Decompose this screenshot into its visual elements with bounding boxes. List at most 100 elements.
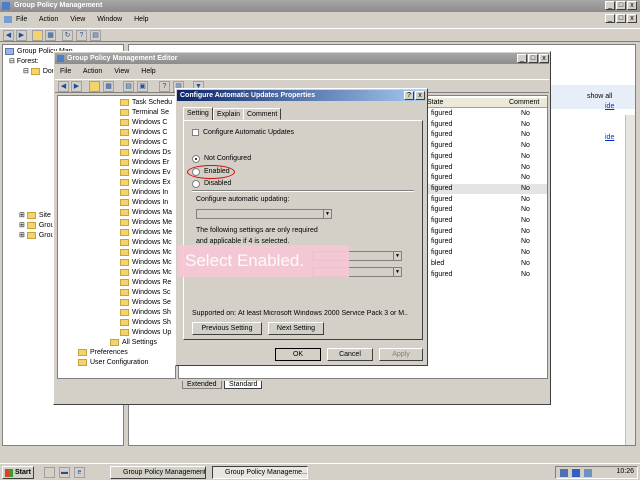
quicklaunch-explorer-icon[interactable] bbox=[44, 467, 55, 478]
gpm-inner-restore[interactable]: □ bbox=[616, 14, 626, 23]
tab-comment[interactable]: Comment bbox=[243, 108, 282, 120]
gpme-menu-help[interactable]: Help bbox=[141, 68, 155, 75]
gpme-list-icon[interactable]: ▤ bbox=[123, 81, 134, 92]
gpme-tree-item[interactable]: Windows C bbox=[120, 128, 167, 138]
menu-view[interactable]: View bbox=[70, 16, 85, 23]
radio-disabled[interactable] bbox=[192, 180, 200, 188]
tab-setting[interactable]: Setting bbox=[183, 107, 213, 121]
apply-button[interactable]: Apply bbox=[379, 348, 423, 361]
gpme-tree-item[interactable]: Windows Re bbox=[120, 278, 171, 288]
gpme-menu-action[interactable]: Action bbox=[83, 68, 102, 75]
menu-window[interactable]: Window bbox=[97, 16, 122, 23]
dialog-title: Configure Automatic Updates Properties bbox=[180, 92, 316, 99]
radio-not-configured[interactable] bbox=[192, 155, 200, 163]
gpme-tree-item[interactable]: Windows In bbox=[120, 188, 168, 198]
folder-icon bbox=[120, 248, 129, 256]
gpme-tree-item[interactable]: Windows Er bbox=[120, 158, 169, 168]
label-not-configured[interactable]: Not Configured bbox=[204, 155, 251, 162]
gpme-tree-item[interactable]: Windows Me bbox=[120, 228, 172, 238]
gpme-menu-view[interactable]: View bbox=[114, 68, 129, 75]
tray-icon-3[interactable] bbox=[584, 469, 592, 477]
gpme-tree-item[interactable]: Windows Mc bbox=[120, 248, 172, 258]
console-icon[interactable]: ▤ bbox=[90, 30, 101, 41]
task-gpm[interactable]: Group Policy Management bbox=[110, 466, 206, 479]
gpme-minimize-button[interactable]: _ bbox=[517, 54, 527, 63]
dialog-help-button[interactable]: ? bbox=[404, 91, 414, 100]
next-setting-button[interactable]: Next Setting bbox=[268, 322, 324, 335]
gpme-tree-item[interactable]: Windows Ex bbox=[120, 178, 171, 188]
tree-domains[interactable]: ⊟ Dor bbox=[23, 67, 54, 77]
gpme-tree-item[interactable]: Windows Me bbox=[120, 218, 172, 228]
gpme-tree-user-config[interactable]: User Configuration bbox=[78, 358, 148, 368]
gpme-help-icon[interactable]: ? bbox=[159, 81, 170, 92]
gpme-tree-preferences[interactable]: Preferences bbox=[78, 348, 128, 358]
gpm-minimize-button[interactable]: _ bbox=[605, 1, 615, 10]
gpme-menu-file[interactable]: File bbox=[60, 68, 71, 75]
up-folder-icon[interactable] bbox=[32, 30, 43, 41]
folder-icon bbox=[120, 278, 129, 286]
gpme-up-icon[interactable] bbox=[89, 81, 100, 92]
quicklaunch-ie-icon[interactable]: e bbox=[74, 467, 85, 478]
gpme-tree-item[interactable]: Windows Mc bbox=[120, 268, 172, 278]
gpm-vscroll[interactable] bbox=[625, 115, 635, 445]
gpm-maximize-button[interactable]: □ bbox=[616, 1, 626, 10]
tab-explain[interactable]: Explain bbox=[213, 108, 244, 120]
show-tree-icon[interactable]: ▦ bbox=[45, 30, 56, 41]
col-comment-header[interactable]: Comment bbox=[509, 99, 539, 106]
tree-forest[interactable]: ⊟ Forest: bbox=[9, 57, 39, 67]
gpme-tree-item[interactable]: Windows C bbox=[120, 138, 167, 148]
gpm-inner-minimize[interactable]: _ bbox=[605, 14, 615, 23]
tray-icon-1[interactable] bbox=[560, 469, 568, 477]
gpme-tree-item[interactable]: Windows Sc bbox=[120, 288, 171, 298]
refresh-icon[interactable]: ↻ bbox=[62, 30, 73, 41]
gpme-forward-icon[interactable]: ▶ bbox=[71, 81, 82, 92]
previous-setting-button[interactable]: Previous Setting bbox=[192, 322, 262, 335]
gpme-tree-item[interactable]: Windows Up bbox=[120, 328, 171, 338]
tab-extended[interactable]: Extended bbox=[182, 381, 222, 389]
menu-help[interactable]: Help bbox=[134, 16, 148, 23]
hide-link-1[interactable]: ide bbox=[605, 103, 614, 110]
tree-group-results[interactable]: ⊞ Grou bbox=[19, 231, 54, 241]
gpme-tree-item[interactable]: Windows Ev bbox=[120, 168, 171, 178]
gpme-tree-item[interactable]: Windows C bbox=[120, 118, 167, 128]
gpme-maximize-button[interactable]: □ bbox=[528, 54, 538, 63]
gpme-tree-item[interactable]: Windows Ds bbox=[120, 148, 171, 158]
folder-icon bbox=[120, 318, 129, 326]
gpme-tree-icon[interactable]: ▦ bbox=[103, 81, 114, 92]
show-all-link[interactable]: show all bbox=[587, 93, 612, 100]
start-button[interactable]: Start bbox=[2, 466, 34, 479]
gpme-tree-item[interactable]: Windows Se bbox=[120, 298, 171, 308]
forward-icon[interactable]: ▶ bbox=[16, 30, 27, 41]
gpme-tree-all-settings[interactable]: All Settings bbox=[110, 338, 157, 348]
gpme-tree-item[interactable]: Task Schedu bbox=[120, 98, 172, 108]
gpme-tree-item[interactable]: Windows In bbox=[120, 198, 168, 208]
gpme-tree-item[interactable]: Windows Sh bbox=[120, 308, 171, 318]
help-icon[interactable]: ? bbox=[76, 30, 87, 41]
col-state-header[interactable]: State bbox=[427, 99, 443, 106]
gpme-tree-item[interactable]: Windows Sh bbox=[120, 318, 171, 328]
back-icon[interactable]: ◀ bbox=[3, 30, 14, 41]
label-disabled[interactable]: Disabled bbox=[204, 180, 231, 187]
gpm-close-button[interactable]: x bbox=[627, 1, 637, 10]
gpme-export-icon[interactable]: ▣ bbox=[137, 81, 148, 92]
gpm-inner-close[interactable]: x bbox=[627, 14, 637, 23]
hide-link-2[interactable]: ide bbox=[605, 134, 614, 141]
gpme-tree-item[interactable]: Windows Mc bbox=[120, 238, 172, 248]
menu-action[interactable]: Action bbox=[39, 16, 58, 23]
gpme-tree-item[interactable]: Windows Mc bbox=[120, 258, 172, 268]
menu-file[interactable]: File bbox=[16, 16, 27, 23]
gpme-back-icon[interactable]: ◀ bbox=[58, 81, 69, 92]
tree-sites[interactable]: ⊞ Site bbox=[19, 211, 51, 221]
quicklaunch-desktop-icon[interactable]: ▬ bbox=[59, 467, 70, 478]
dialog-close-button[interactable]: x bbox=[415, 91, 425, 100]
tray-icon-2[interactable] bbox=[572, 469, 580, 477]
tab-standard[interactable]: Standard bbox=[224, 381, 263, 389]
cancel-button[interactable]: Cancel bbox=[327, 348, 373, 361]
gpme-tree-item[interactable]: Windows Ma bbox=[120, 208, 172, 218]
ok-button[interactable]: OK bbox=[275, 348, 321, 361]
tree-group-modeling[interactable]: ⊞ Grou bbox=[19, 221, 54, 231]
gpme-tree-item[interactable]: Terminal Se bbox=[120, 108, 169, 118]
configure-updating-select[interactable]: ▼ bbox=[196, 209, 332, 219]
gpme-close-button[interactable]: x bbox=[539, 54, 549, 63]
task-gpme[interactable]: Group Policy Manageme... bbox=[212, 466, 308, 479]
